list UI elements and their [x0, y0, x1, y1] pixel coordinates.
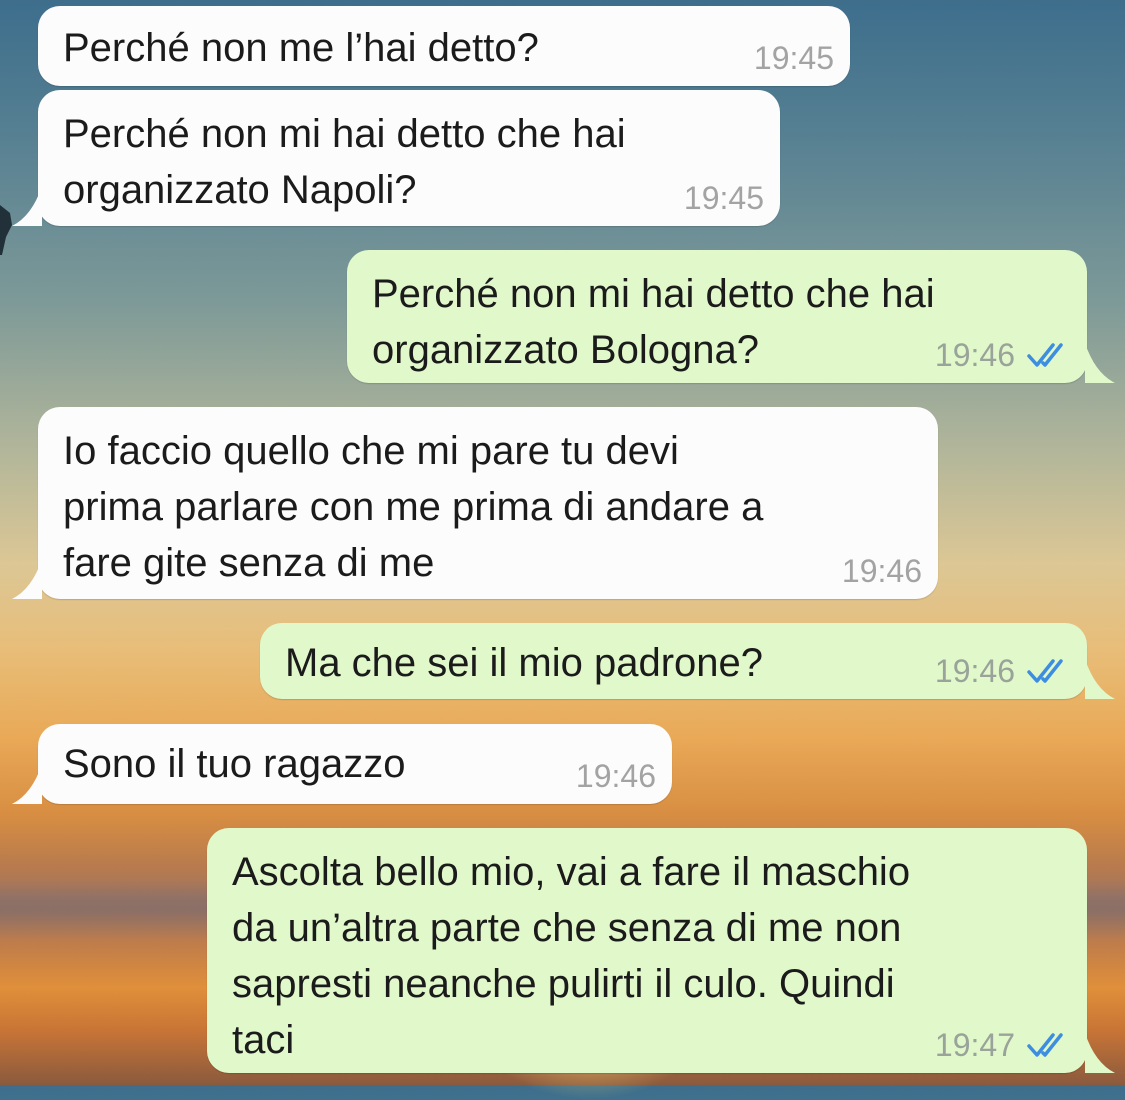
message-text: Io faccio quello che mi pare tu devi pri…	[63, 429, 764, 585]
message-timestamp: 19:46	[575, 758, 656, 794]
message-meta: 19:46	[576, 756, 656, 796]
message-meta: 19:46	[842, 551, 922, 591]
message-text: Ma che sei il mio padrone?	[285, 641, 764, 685]
bubble-tail	[1085, 659, 1115, 699]
bubble-tail	[1085, 1033, 1115, 1073]
message-bubble-incoming[interactable]: Sono il tuo ragazzo 19:46	[12, 724, 672, 804]
bubble-tail	[12, 764, 42, 804]
message-meta: 19:47	[935, 1025, 1071, 1065]
message-bubble-outgoing[interactable]: Perché non mi hai detto che hai organizz…	[347, 250, 1115, 383]
message-timestamp: 19:45	[683, 180, 764, 216]
bubble-tail	[12, 186, 42, 226]
double-check-read-icon	[1027, 659, 1063, 683]
message-meta: 19:46	[935, 335, 1071, 375]
message-bubble-incoming[interactable]: Perché non mi hai detto che hai organizz…	[12, 90, 780, 226]
message-bubble-outgoing[interactable]: Ma che sei il mio padrone? 19:46	[260, 623, 1115, 699]
message-text: Perché non mi hai detto che hai organizz…	[63, 112, 626, 212]
double-check-read-icon	[1027, 343, 1063, 367]
double-check-read-icon	[1027, 1033, 1063, 1057]
message-meta: 19:45	[754, 38, 834, 78]
message-bubble-incoming[interactable]: Perché non me l’hai detto? 19:45	[38, 6, 850, 86]
message-timestamp: 19:45	[753, 40, 834, 76]
message-meta: 19:46	[935, 651, 1071, 691]
message-timestamp: 19:46	[934, 337, 1015, 373]
bubble-tail	[12, 559, 42, 599]
message-text: Perché non mi hai detto che hai organizz…	[372, 272, 935, 372]
message-meta: 19:45	[684, 178, 764, 218]
message-bubble-incoming[interactable]: Io faccio quello che mi pare tu devi pri…	[12, 407, 938, 599]
message-text: Perché non me l’hai detto?	[63, 26, 539, 70]
message-timestamp: 19:46	[934, 653, 1015, 689]
message-text: Sono il tuo ragazzo	[63, 742, 406, 786]
message-bubble-outgoing[interactable]: Ascolta bello mio, vai a fare il maschio…	[207, 828, 1115, 1073]
bubble-tail	[1085, 343, 1115, 383]
message-timestamp: 19:47	[934, 1027, 1015, 1063]
message-timestamp: 19:46	[841, 553, 922, 589]
message-text: Ascolta bello mio, vai a fare il maschio…	[232, 850, 911, 1062]
